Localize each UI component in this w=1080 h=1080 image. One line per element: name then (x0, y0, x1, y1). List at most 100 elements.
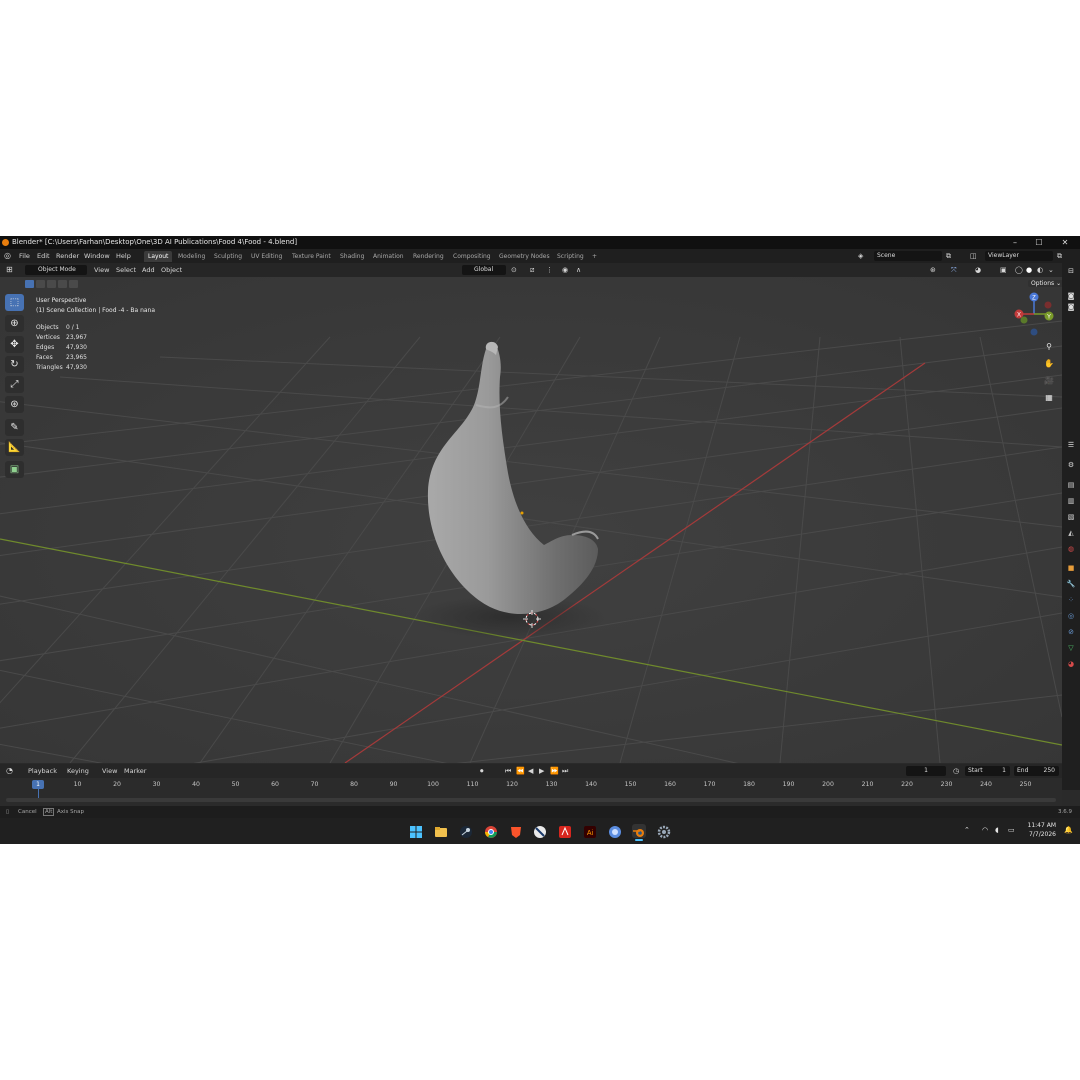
view-layer-field[interactable]: ViewLayer (985, 251, 1053, 261)
editor-type-icon[interactable]: ⊞ (6, 263, 13, 277)
mode-selector[interactable]: Object Mode (25, 265, 87, 275)
snap-target-icon[interactable]: ⋮ (546, 263, 553, 277)
add-cube-tool[interactable]: ▣ (5, 461, 24, 478)
options-dropdown[interactable]: Options ⌄ (1028, 280, 1062, 287)
prev-keyframe-icon[interactable]: ⏪ (516, 764, 525, 778)
gizmo-toggle-icon[interactable]: ⤧ (951, 263, 957, 277)
tab-compositing[interactable]: Compositing (449, 251, 495, 262)
next-keyframe-icon[interactable]: ⏩ (550, 764, 559, 778)
annotate-tool[interactable]: ✎ (5, 419, 24, 436)
timeline-scrollbar[interactable] (6, 798, 1056, 802)
transform-orientation[interactable]: Global (462, 265, 506, 275)
viewport-menu-object[interactable]: Object (161, 263, 182, 277)
wifi-icon[interactable]: ◠ (982, 826, 988, 834)
brave-icon[interactable] (509, 824, 523, 838)
transform-tool[interactable]: ⊛ (5, 396, 24, 413)
tool-properties-icon[interactable]: ⚙ (1066, 460, 1076, 470)
viewport-menu-view[interactable]: View (94, 263, 109, 277)
scene-field[interactable]: Scene (874, 251, 942, 261)
timeline-menu-view[interactable]: View (102, 764, 117, 778)
output-icon[interactable]: ◙ (1066, 302, 1076, 312)
select-mode-extend-icon[interactable] (36, 280, 45, 288)
tab-scripting[interactable]: Scripting (553, 251, 588, 262)
tab-texture-paint[interactable]: Texture Paint (288, 251, 335, 262)
scale-tool[interactable]: ⤢ (5, 376, 24, 393)
render-properties-icon[interactable]: ▤ (1066, 480, 1076, 490)
overlays-icon[interactable]: ◕ (975, 263, 981, 277)
tab-modeling[interactable]: Modeling (174, 251, 209, 262)
pan-hand-icon[interactable]: ✋ (1042, 357, 1056, 371)
menu-help[interactable]: Help (116, 249, 131, 263)
acrobat-icon[interactable] (558, 824, 572, 838)
constraints-properties-icon[interactable]: ⊘ (1066, 627, 1076, 637)
tab-animation[interactable]: Animation (369, 251, 408, 262)
solid-shading-icon[interactable]: ● (1026, 263, 1032, 277)
select-box-tool[interactable]: ⬚ (5, 294, 24, 311)
blender-taskbar-icon[interactable] (632, 824, 646, 841)
preview-range-icon[interactable]: ◷ (953, 764, 959, 778)
settings-icon[interactable] (657, 824, 671, 839)
timeline-menu-playback[interactable]: Playback (28, 764, 57, 778)
world-properties-icon[interactable]: ◍ (1066, 544, 1076, 554)
minimize-button[interactable]: – (1004, 236, 1026, 249)
wireframe-shading-icon[interactable]: ◯ (1015, 263, 1023, 277)
new-view-layer-icon[interactable]: ⧉ (1057, 249, 1062, 263)
chrome-icon[interactable] (484, 824, 498, 838)
timeline-track[interactable]: 1 10 20 30 40 50 60 70 80 90 100 110 120 130 140 150 160… (0, 778, 1062, 806)
app-circle-icon[interactable] (533, 824, 547, 838)
file-explorer-icon[interactable] (434, 824, 448, 838)
play-icon[interactable]: ▶ (539, 764, 544, 778)
play-reverse-icon[interactable]: ◀ (528, 764, 533, 778)
falloff-icon[interactable]: ∧ (576, 263, 581, 277)
tray-time[interactable]: 11:47 AM (1026, 822, 1056, 829)
volume-icon[interactable]: ◖ (995, 826, 999, 834)
tray-date[interactable]: 7/7/2026 (1026, 831, 1056, 838)
viewport-menu-add[interactable]: Add (142, 263, 155, 277)
snap-icon[interactable]: ⧄ (530, 263, 534, 277)
data-properties-icon[interactable]: ▽ (1066, 643, 1076, 653)
proportional-edit-icon[interactable]: ◉ (562, 263, 568, 277)
measure-tool[interactable]: 📐 (5, 439, 24, 456)
menu-file[interactable]: File (19, 249, 30, 263)
outliner-toggle-icon[interactable]: ⊟ (1066, 266, 1076, 276)
move-tool[interactable]: ✥ (5, 336, 24, 353)
current-frame-field[interactable]: 1 (906, 766, 946, 776)
windows-start-icon[interactable] (409, 824, 423, 838)
timeline-menu-marker[interactable]: Marker (124, 764, 146, 778)
ortho-grid-icon[interactable]: ▦ (1042, 391, 1056, 405)
particles-properties-icon[interactable]: ⁘ (1066, 595, 1076, 605)
end-frame-field[interactable]: End 250 (1014, 766, 1059, 776)
xray-icon[interactable]: ▣ (1000, 263, 1007, 277)
select-mode-invert-icon[interactable] (58, 280, 67, 288)
render-icon[interactable]: ◙ (1066, 291, 1076, 301)
tab-shading[interactable]: Shading (336, 251, 368, 262)
illustrator-icon[interactable]: Ai (583, 824, 597, 838)
scene-properties-icon[interactable]: ◭ (1066, 528, 1076, 538)
view-layer-properties-icon[interactable]: ▧ (1066, 512, 1076, 522)
select-mode-new-icon[interactable] (25, 280, 34, 288)
tab-geometry-nodes[interactable]: Geometry Nodes (495, 251, 554, 262)
jump-start-icon[interactable]: ⏮ (505, 764, 511, 778)
blender-menu-icon[interactable]: ◎ (4, 249, 11, 263)
notifications-icon[interactable]: 🔔 (1064, 826, 1073, 834)
add-workspace-button[interactable]: + (588, 251, 601, 262)
tab-uv-editing[interactable]: UV Editing (247, 251, 286, 262)
tab-sculpting[interactable]: Sculpting (210, 251, 246, 262)
rotate-tool[interactable]: ↻ (5, 356, 24, 373)
timeline-menu-keying[interactable]: Keying (67, 764, 89, 778)
maximize-button[interactable]: ☐ (1028, 236, 1050, 249)
tab-layout[interactable]: Layout (144, 251, 173, 262)
material-properties-icon[interactable]: ◕ (1066, 659, 1076, 669)
visibility-icon[interactable]: ⊛ (930, 263, 936, 277)
zoom-icon[interactable]: ⚲ (1042, 340, 1056, 354)
modifier-properties-icon[interactable]: 🔧 (1066, 579, 1076, 589)
app-blue-icon[interactable] (608, 824, 622, 838)
object-properties-icon[interactable]: ■ (1066, 563, 1076, 573)
physics-properties-icon[interactable]: ◎ (1066, 611, 1076, 621)
shading-options-icon[interactable]: ⌄ (1048, 263, 1054, 277)
menu-render[interactable]: Render (56, 249, 79, 263)
tab-rendering[interactable]: Rendering (409, 251, 448, 262)
new-scene-icon[interactable]: ⧉ (946, 249, 951, 263)
3d-viewport[interactable]: Z X Y Options ⌄ User Perspective (1) Sce… (0, 277, 1062, 763)
output-properties-icon[interactable]: ▥ (1066, 496, 1076, 506)
